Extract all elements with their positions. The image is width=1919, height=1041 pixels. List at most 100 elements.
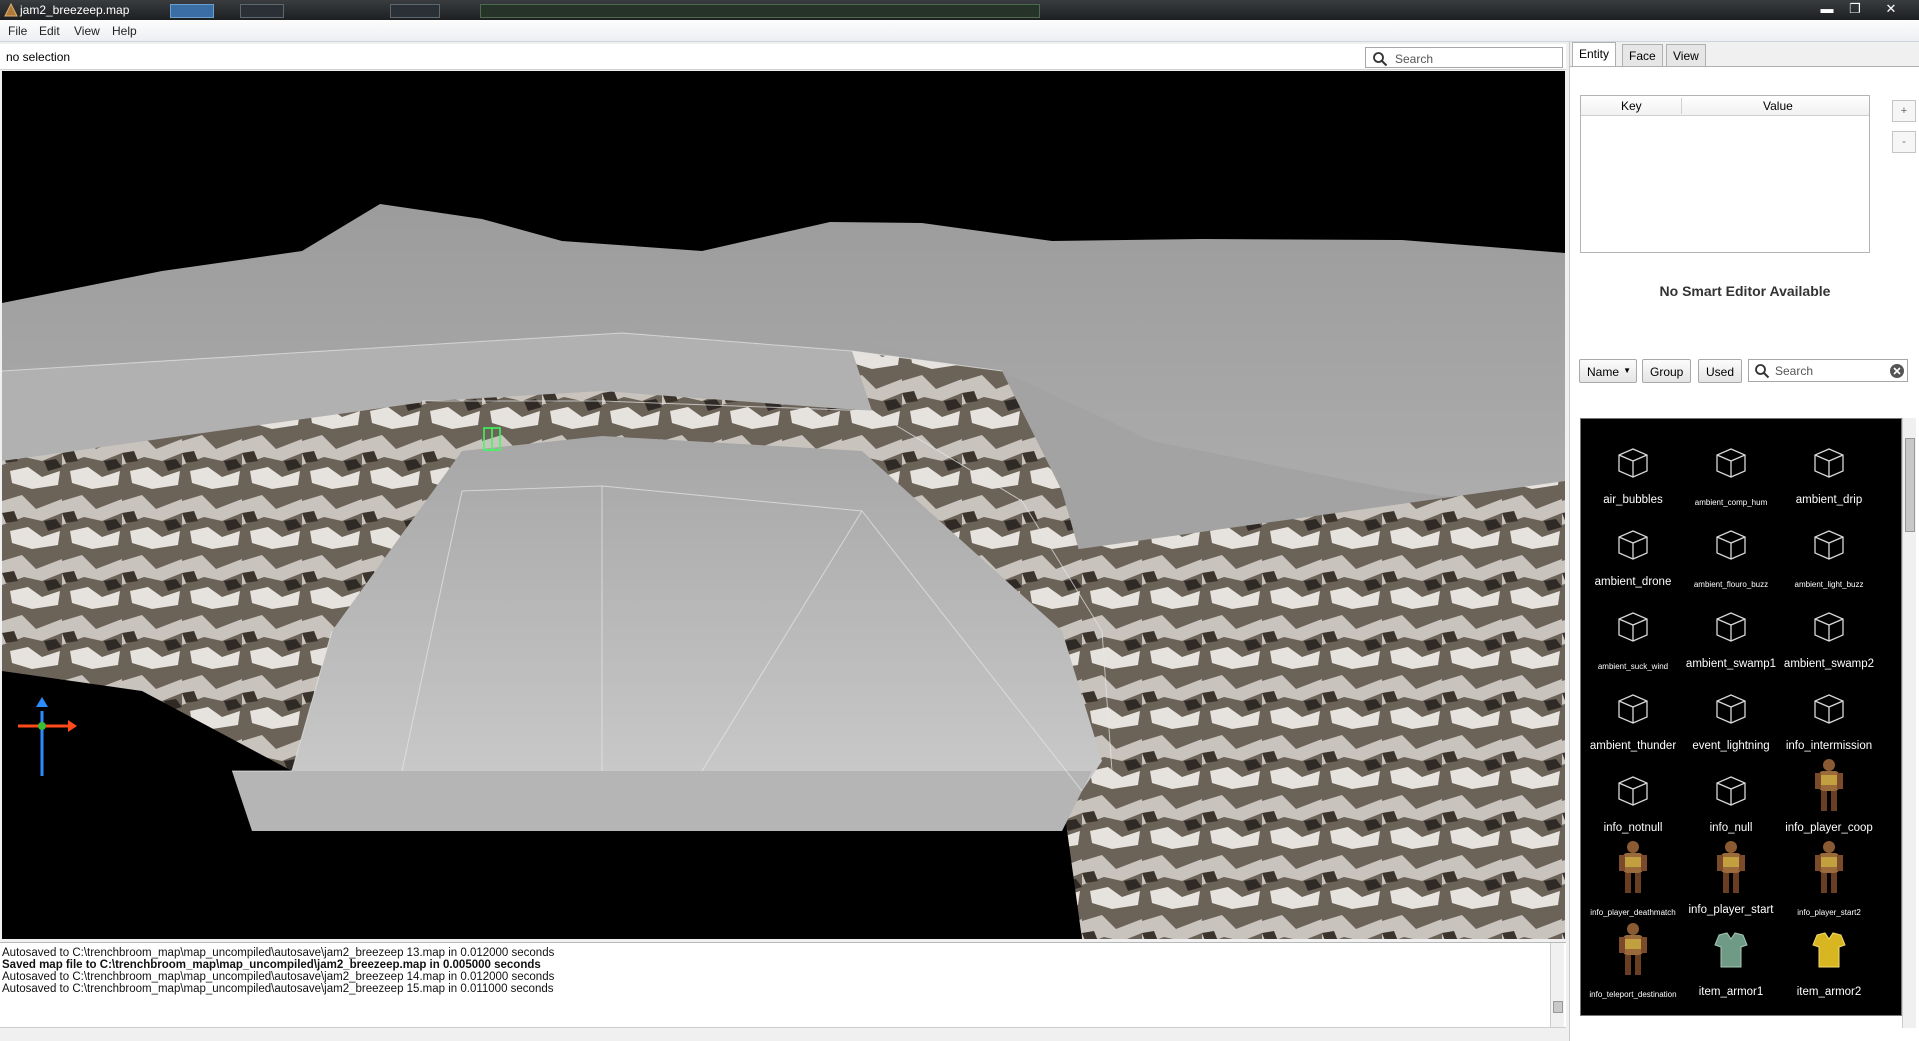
entity-item[interactable]: item_armor2: [1780, 929, 1878, 1011]
entity-label: ambient_swamp1: [1685, 658, 1777, 670]
cube-icon: [1716, 530, 1746, 560]
add-property-button[interactable]: +: [1892, 100, 1916, 122]
minimize-button[interactable]: ▬: [1815, 0, 1839, 18]
entity-label: air_bubbles: [1603, 494, 1663, 506]
cube-icon: [1618, 530, 1648, 560]
entity-label: info_teleport_destination: [1589, 990, 1677, 999]
close-button[interactable]: ✕: [1879, 0, 1903, 18]
entity-label: ambient_comp_hum: [1694, 498, 1768, 507]
app-icon: [4, 2, 18, 17]
cube-icon: [1716, 612, 1746, 642]
horizontal-scrollbar[interactable]: [0, 1027, 1566, 1041]
menu-edit[interactable]: Edit: [39, 24, 60, 38]
entity-item[interactable]: ambient_suck_wind: [1584, 601, 1682, 683]
entity-label: ambient_flouro_buzz: [1693, 580, 1769, 589]
menu-help[interactable]: Help: [112, 24, 137, 38]
entity-item[interactable]: ambient_comp_hum: [1682, 437, 1780, 519]
entity-item[interactable]: info_player_deathmatch: [1584, 841, 1682, 929]
entity-label: event_lightning: [1692, 740, 1770, 752]
window-title: jam2_breezeep.map: [20, 3, 130, 17]
player-model-icon: [1717, 841, 1745, 893]
menu-bar: File Edit View Help: [0, 20, 1919, 42]
group-button[interactable]: Group: [1642, 359, 1692, 383]
entity-label: info_player_deathmatch: [1590, 908, 1676, 917]
remove-property-button[interactable]: -: [1892, 131, 1916, 153]
cube-icon: [1716, 448, 1746, 478]
tab-entity[interactable]: Entity: [1572, 42, 1617, 66]
title-bar: jam2_breezeep.map ▬ ❐ ✕: [0, 0, 1919, 20]
clear-search-icon[interactable]: [1889, 363, 1905, 379]
scrollbar-thumb[interactable]: [1553, 1001, 1563, 1013]
green-armor-icon: [1714, 932, 1748, 968]
cube-icon: [1716, 776, 1746, 806]
key-value-table[interactable]: Key Value: [1580, 95, 1870, 253]
taskbar-thumbnail: [240, 4, 284, 18]
player-model-icon: [1815, 841, 1843, 893]
entity-item[interactable]: info_teleport_destination: [1584, 923, 1682, 1011]
entity-item[interactable]: info_player_coop: [1780, 759, 1878, 847]
entity-item[interactable]: air_bubbles: [1584, 437, 1682, 519]
console-line: Autosaved to C:\trenchbroom_map\map_unco…: [2, 971, 555, 983]
entity-label: info_player_coop: [1785, 822, 1873, 834]
console-log[interactable]: Autosaved to C:\trenchbroom_map\map_unco…: [0, 942, 1566, 1028]
cube-icon: [1618, 776, 1648, 806]
taskbar-thumbnail: [390, 4, 440, 18]
search-icon: [1373, 52, 1388, 67]
yellow-armor-icon: [1812, 932, 1846, 968]
entity-item[interactable]: info_null: [1682, 765, 1780, 847]
cube-icon: [1618, 612, 1648, 642]
entity-item[interactable]: ambient_light_buzz: [1780, 519, 1878, 601]
3d-viewport[interactable]: [2, 71, 1565, 939]
entity-item[interactable]: event_lightning: [1682, 683, 1780, 765]
entity-browser-scrollbar[interactable]: [1902, 418, 1916, 1028]
used-button[interactable]: Used: [1698, 359, 1743, 383]
console-line: Autosaved to C:\trenchbroom_map\map_unco…: [2, 983, 554, 995]
cube-icon: [1618, 694, 1648, 724]
entity-label: ambient_drone: [1594, 576, 1672, 588]
search-placeholder: Search: [1395, 52, 1434, 66]
entity-label: ambient_thunder: [1589, 740, 1677, 752]
entity-item[interactable]: ambient_swamp1: [1682, 601, 1780, 683]
entity-item[interactable]: ambient_swamp2: [1780, 601, 1878, 683]
player-model-icon: [1815, 759, 1843, 811]
tab-face[interactable]: Face: [1622, 44, 1663, 66]
tab-view[interactable]: View: [1666, 44, 1706, 66]
menu-file[interactable]: File: [8, 24, 27, 38]
maximize-button[interactable]: ❐: [1843, 0, 1867, 18]
entity-item[interactable]: ambient_drone: [1584, 519, 1682, 601]
console-scrollbar[interactable]: [1550, 943, 1564, 1028]
entity-label: info_intermission: [1785, 740, 1873, 752]
map-status-bar: no selection Search: [0, 44, 1566, 70]
entity-item[interactable]: ambient_flouro_buzz: [1682, 519, 1780, 601]
smart-editor-message: No Smart Editor Available: [1659, 283, 1831, 299]
entity-search-input[interactable]: Search: [1748, 359, 1908, 382]
selection-status: no selection: [6, 50, 71, 64]
entity-browser[interactable]: air_bubbles ambient_comp_hum ambient_dripa…: [1580, 418, 1902, 1016]
entity-item[interactable]: info_player_start2: [1780, 841, 1878, 929]
search-icon: [1755, 364, 1770, 379]
entity-label: info_player_start2: [1797, 908, 1861, 917]
entity-item[interactable]: info_notnull: [1584, 765, 1682, 847]
console-line: Autosaved to C:\trenchbroom_map\map_unco…: [2, 947, 555, 959]
sort-dropdown[interactable]: Name ▼: [1579, 359, 1637, 383]
player-model-icon: [1619, 841, 1647, 893]
entity-item[interactable]: info_player_start: [1682, 841, 1780, 929]
entity-label: ambient_suck_wind: [1597, 662, 1669, 671]
entity-label: ambient_swamp2: [1783, 658, 1875, 670]
entity-item[interactable]: info_intermission: [1780, 683, 1878, 765]
value-column-header[interactable]: Value: [1763, 99, 1793, 113]
cube-icon: [1618, 448, 1648, 478]
entity-item[interactable]: ambient_drip: [1780, 437, 1878, 519]
entity-item[interactable]: ambient_thunder: [1584, 683, 1682, 765]
key-column-header[interactable]: Key: [1621, 99, 1642, 113]
entity-label: info_player_start: [1688, 904, 1774, 916]
map-search-input[interactable]: Search: [1365, 47, 1563, 68]
menu-view[interactable]: View: [74, 24, 100, 38]
cube-icon: [1814, 612, 1844, 642]
scrollbar-thumb[interactable]: [1905, 438, 1915, 532]
entity-label: item_armor1: [1698, 986, 1764, 998]
cube-icon: [1814, 530, 1844, 560]
entity-item[interactable]: item_armor1: [1682, 929, 1780, 1011]
search-placeholder: Search: [1775, 364, 1814, 378]
entity-label: ambient_light_buzz: [1794, 580, 1864, 589]
